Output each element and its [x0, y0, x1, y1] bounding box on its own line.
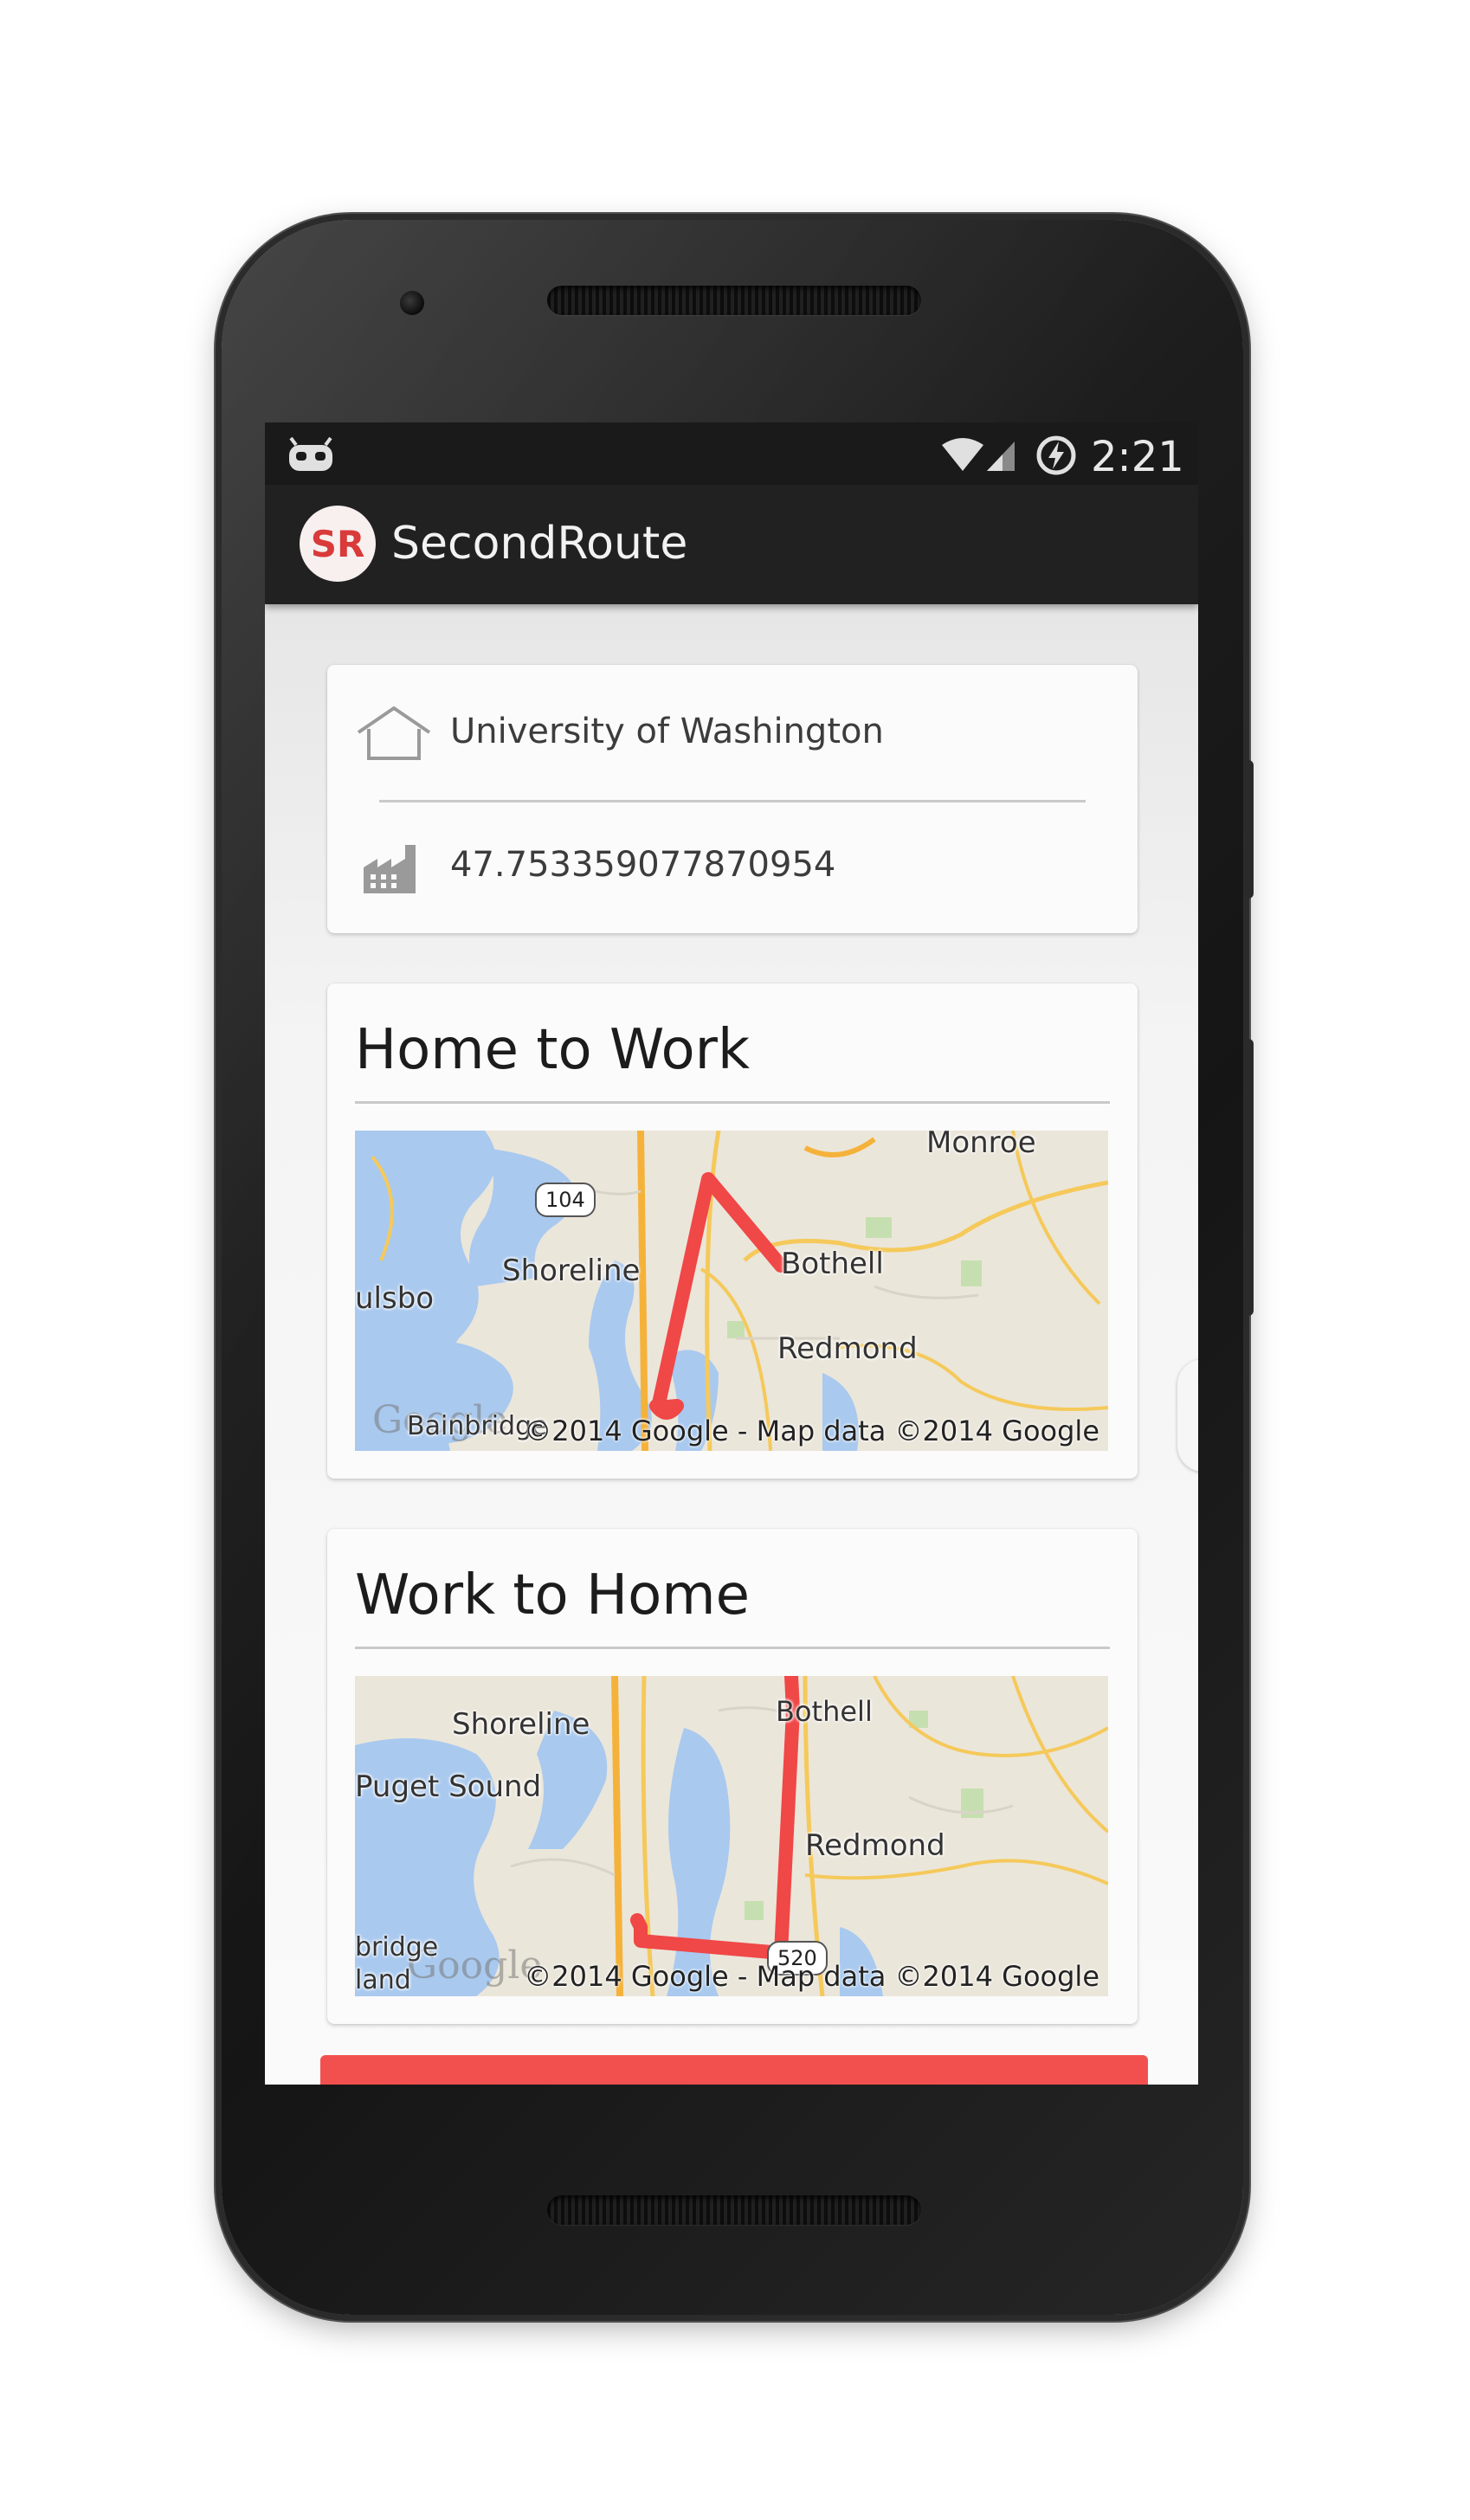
work-address-row[interactable]: 47.753359077870954	[355, 826, 1110, 904]
work-address-text: 47.753359077870954	[450, 845, 836, 885]
map-label-bothell: Bothell	[781, 1247, 884, 1281]
front-camera	[400, 291, 424, 315]
map-label-redmond: Redmond	[777, 1331, 918, 1366]
app-logo-text: SR	[310, 522, 365, 565]
wifi-icon	[942, 438, 983, 471]
route-title-divider	[355, 1101, 1110, 1104]
top-speaker	[547, 286, 921, 315]
map-label-monroe: Monroe	[926, 1131, 1036, 1160]
map-label-puget-sound: Puget Sound	[355, 1769, 542, 1804]
accent-bottom-bar[interactable]	[320, 2055, 1148, 2085]
drawer-handle[interactable]	[1177, 1359, 1198, 1472]
app-title: SecondRoute	[391, 518, 688, 570]
map-label-land: land	[355, 1965, 411, 1995]
map-label-bothell: Bothell	[776, 1695, 873, 1728]
home-address-row[interactable]: University of Washington	[355, 693, 1110, 770]
location-card: University of Washington 47.753359077870…	[327, 665, 1138, 933]
app-logo-icon[interactable]: SR	[300, 506, 376, 582]
route-card-work-to-home[interactable]: Work to Home Shoreline Puget Sound Bothe…	[327, 1529, 1138, 2024]
map-copyright: ©2014 Google - Map data ©2014 Google	[524, 1960, 1099, 1993]
map-label-redmond: Redmond	[805, 1828, 945, 1863]
map-copyright: ©2014 Google - Map data ©2014 Google	[524, 1415, 1099, 1447]
route-title: Home to Work	[355, 1018, 750, 1082]
address-divider	[379, 800, 1086, 802]
route-map-work-to-home[interactable]: Shoreline Puget Sound Bothell Redmond 52…	[355, 1676, 1108, 1996]
volume-button	[1245, 1039, 1254, 1316]
highway-shield-104: 104	[535, 1183, 596, 1217]
map-label-ulsbo: ulsbo	[355, 1281, 435, 1316]
route-map-home-to-work[interactable]: Monroe 104 Shoreline ulsbo Bothell Redmo…	[355, 1131, 1108, 1451]
map-label-bridge: bridge	[355, 1932, 439, 1963]
home-icon	[357, 706, 431, 760]
app-bar: SR SecondRoute	[265, 485, 1198, 604]
power-button	[1245, 760, 1254, 899]
map-label-shoreline: Shoreline	[452, 1707, 590, 1742]
status-bar: 2:21	[265, 422, 1198, 485]
android-icon	[289, 436, 332, 471]
bottom-speaker	[547, 2195, 921, 2225]
route-card-home-to-work[interactable]: Home to Work Monroe 104 Shoreline ulsbo …	[327, 983, 1138, 1479]
route-title: Work to Home	[355, 1563, 750, 1627]
factory-icon	[364, 845, 416, 893]
map-label-shoreline: Shoreline	[502, 1254, 641, 1288]
status-clock: 2:21	[1091, 433, 1184, 481]
signal-icon	[987, 441, 1015, 471]
home-address-text: University of Washington	[450, 712, 884, 751]
screen: 2:21 SR SecondRoute University of Washin…	[265, 422, 1198, 2085]
main-content: University of Washington 47.753359077870…	[265, 604, 1198, 2085]
battery-icon	[1036, 435, 1076, 475]
route-title-divider	[355, 1647, 1110, 1649]
